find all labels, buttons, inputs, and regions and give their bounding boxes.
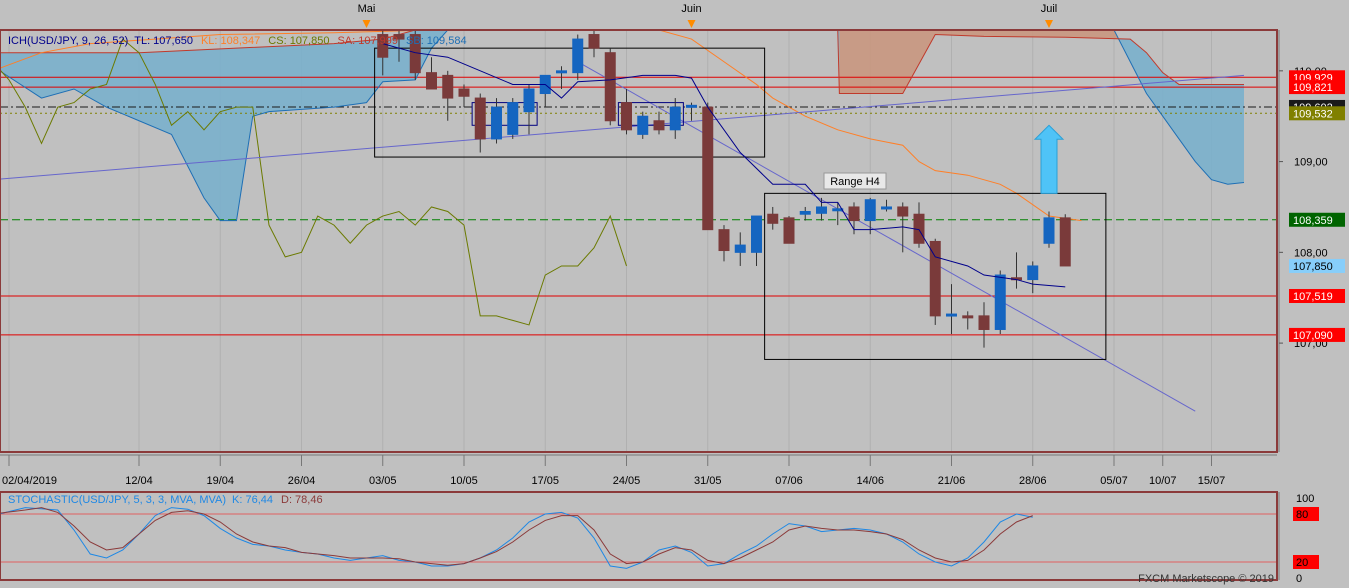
stochastic-legend-value: K: 76,44 (232, 494, 273, 506)
date-tick-label: 24/05 (613, 475, 641, 487)
indicator-legend-value: KL: 108,347 (201, 35, 260, 47)
stochastic-tick-label: 0 (1296, 573, 1302, 585)
month-marker-icon (687, 20, 696, 28)
date-tick-label: 17/05 (531, 475, 559, 487)
candle-bearish (1059, 217, 1071, 267)
stochastic-legend-title: STOCHASTIC(USD/JPY, 5, 3, 3, MVA, MVA) (8, 494, 226, 506)
date-tick-label: 12/04 (125, 475, 153, 487)
candle-bullish (491, 106, 502, 140)
date-tick-label: 15/07 (1198, 475, 1226, 487)
date-tick-label: 05/07 (1100, 475, 1128, 487)
stochastic-tick-label: 80 (1296, 509, 1308, 521)
stochastic-tick-label: 20 (1296, 557, 1308, 569)
date-tick-label: 10/07 (1149, 475, 1177, 487)
candle-bullish (799, 211, 811, 215)
date-axis: 02/04/2019 12/04 19/04 26/04 03/05 10/05 17/05… (0, 454, 1277, 487)
candle-bullish (556, 70, 567, 74)
candle-bullish (507, 102, 519, 135)
price-label-value: 107,850 (1293, 261, 1333, 273)
range-annotation-label: Range H4 (830, 176, 880, 188)
candle-bullish (572, 38, 584, 74)
candle-bearish (426, 72, 437, 90)
date-tick-label: 10/05 (450, 475, 478, 487)
stochastic-tick-label: 100 (1296, 493, 1314, 505)
month-label: Mai (358, 3, 376, 15)
date-tick-label: 21/06 (938, 475, 966, 487)
ichimoku-chart: Range H4 Mai Juin Juil TL: 107,650 KL: 108,34… (0, 3, 1278, 453)
candle-bearish (474, 97, 486, 140)
candle-bullish (1027, 265, 1039, 281)
price-label-value: 109,821 (1293, 82, 1333, 94)
date-tick-label: 31/05 (694, 475, 722, 487)
candle-bearish (848, 206, 860, 222)
date-tick-label: 07/06 (775, 475, 803, 487)
candle-bearish (588, 34, 600, 49)
stochastic-legend-value: D: 78,46 (281, 494, 323, 506)
candle-bearish (621, 102, 632, 131)
candle-bullish (1043, 217, 1055, 244)
candle-bearish (442, 74, 454, 99)
candle-bearish (718, 229, 730, 252)
candle-bearish (604, 52, 616, 122)
indicator-legend-value: CS: 107,850 (268, 35, 329, 47)
candle-bearish (897, 206, 909, 217)
candle-bearish (767, 213, 779, 224)
month-label: Juil (1041, 3, 1058, 15)
candle-bearish (458, 88, 470, 97)
candle-bullish (881, 206, 892, 210)
candle-bullish (994, 274, 1006, 330)
month-marker-icon (1045, 20, 1053, 28)
candle-bearish (929, 240, 941, 317)
candle-bullish (734, 244, 746, 253)
date-tick-label: 14/06 (856, 475, 884, 487)
candle-bullish (637, 115, 649, 135)
candle-bullish (523, 88, 535, 113)
candle-bullish (669, 106, 681, 131)
candle-bearish (653, 120, 665, 131)
price-label-value: 107,090 (1293, 330, 1333, 342)
candle-bullish (864, 199, 876, 222)
ichimoku-legend-title: ICH(USD/JPY, 9, 26, 52) (8, 35, 128, 47)
date-tick-label: 02/04/2019 (2, 475, 57, 487)
footer-credit: FXCM Marketscope © 2019 (1138, 573, 1274, 585)
date-tick-label: 26/04 (288, 475, 316, 487)
month-label: Juin (681, 3, 701, 15)
price-tick-label: 108,00 (1294, 247, 1328, 259)
candle-bullish (751, 215, 762, 253)
candle-bearish (962, 315, 974, 319)
candle-bearish (702, 106, 714, 231)
price-label-value: 107,519 (1293, 291, 1333, 303)
chart-canvas: Range H4 Mai Juin Juil TL: 107,650 KL: 108,34… (0, 3, 1345, 585)
date-tick-label: 28/06 (1019, 475, 1047, 487)
candle-bullish (816, 206, 827, 214)
date-tick-label: 19/04 (206, 475, 234, 487)
month-marker-icon (362, 20, 371, 28)
price-tick-label: 109,00 (1294, 157, 1328, 169)
indicator-legend-value: SB: 109,584 (406, 35, 467, 47)
candle-bearish (978, 315, 990, 330)
candle-bullish (686, 104, 697, 108)
candle-bearish (783, 217, 795, 244)
price-axis: 110,00109,00108,00107,00109,929109,82110… (1278, 30, 1345, 452)
indicator-legend-value: SA: 107,999 (337, 35, 398, 47)
price-label-value: 109,532 (1293, 108, 1333, 120)
date-tick-label: 03/05 (369, 475, 397, 487)
price-label-value: 108,359 (1293, 215, 1333, 227)
indicator-legend-value: TL: 107,650 (134, 35, 193, 47)
candle-bullish (946, 313, 957, 317)
